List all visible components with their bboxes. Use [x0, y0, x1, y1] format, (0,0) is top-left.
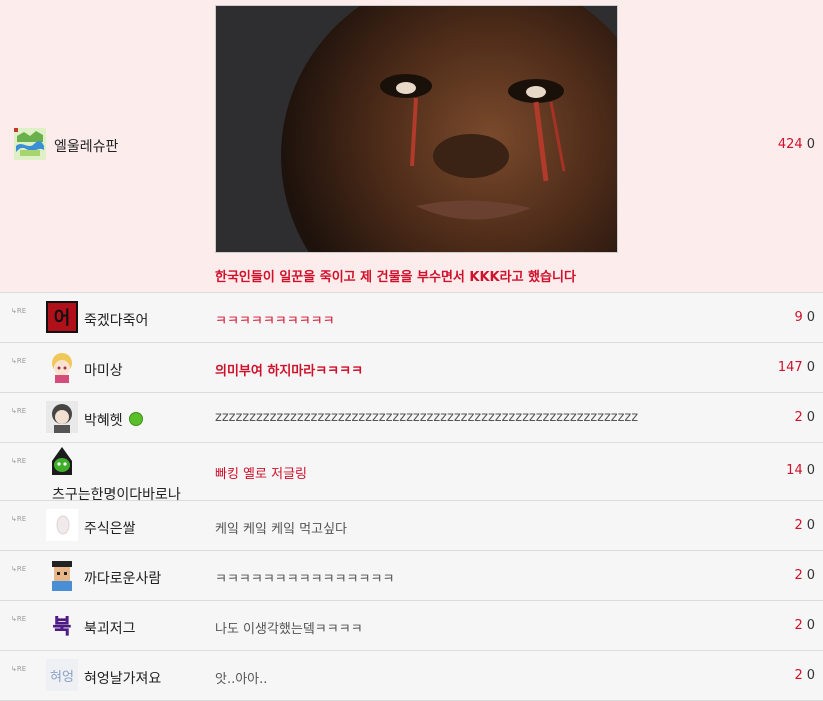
reply-arrow-icon: ↳RE	[11, 457, 27, 465]
nickname[interactable]: 까다로운사람	[84, 568, 161, 588]
comment-text: zzzzzzzzzzzzzzzzzzzzzzzzzzzzzzzzzzzzzzzz…	[215, 410, 639, 425]
comment-text: 앗..아아..	[215, 672, 268, 687]
comment-list: 엘울레슈판 한국인들이 일꾼을 죽이고 제 건물을 부수면서 KKK라고 했습니…	[0, 0, 823, 701]
post-stats: 424 0	[778, 137, 815, 152]
reply-arrow-icon: ↳RE	[11, 565, 27, 573]
comment-stats: 20	[794, 518, 815, 533]
nickname[interactable]: 혀엉날가져요	[84, 668, 161, 688]
recommend-count: 0	[806, 618, 815, 633]
comment-text: ㅋㅋㅋㅋㅋㅋㅋㅋㅋㅋ	[215, 314, 335, 329]
recommend-count: 0	[806, 668, 815, 683]
comment-text: ㅋㅋㅋㅋㅋㅋㅋㅋㅋㅋㅋㅋㅋㅋㅋ	[215, 572, 395, 587]
hit-count: 9	[794, 310, 803, 325]
avatar[interactable]	[46, 509, 78, 541]
reply-arrow-icon: ↳RE	[11, 615, 27, 623]
comment-text: 나도 이생각했는뎈ㅋㅋㅋㅋ	[215, 622, 363, 637]
nickname[interactable]: 박혜헷	[84, 410, 143, 430]
nickname[interactable]: 엘울레슈판	[54, 136, 118, 156]
comment-stats: 14 0	[786, 463, 815, 478]
post-row: 엘울레슈판 한국인들이 일꾼을 죽이고 제 건물을 부수면서 KKK라고 했습니…	[0, 0, 823, 293]
avatar[interactable]	[46, 401, 78, 433]
comment-stats: 20	[794, 568, 815, 583]
reply-arrow-icon: ↳RE	[11, 357, 27, 365]
hit-count: 2	[794, 618, 803, 633]
svg-text:혀엉: 혀엉	[50, 670, 74, 685]
comment-stats: 90	[794, 310, 815, 325]
nickname[interactable]: 북괴저그	[84, 618, 136, 638]
avatar[interactable]	[46, 559, 78, 591]
nickname[interactable]: 마미상	[84, 360, 123, 380]
comment-stats: 20	[794, 618, 815, 633]
hit-count: 424	[777, 137, 803, 152]
reply-arrow-icon: ↳RE	[11, 665, 27, 673]
avatar[interactable]	[14, 128, 46, 160]
avatar[interactable]: 북	[46, 609, 78, 641]
recommend-count: 0	[806, 568, 815, 583]
reply-arrow-icon: ↳RE	[11, 407, 27, 415]
recommend-count: 0	[806, 463, 815, 478]
recommend-count: 0	[806, 137, 815, 152]
reply-row: ↳RE 혀엉 혀엉날가져요 앗..아아.. 20	[0, 651, 823, 701]
avatar[interactable]: 어	[46, 301, 78, 333]
reply-row: ↳RE 츠구는한명이다바로나 빠킹 옐로 저글링 14 0	[0, 443, 823, 503]
recommend-count: 0	[806, 518, 815, 533]
recommend-count: 0	[806, 310, 815, 325]
reply-arrow-icon: ↳RE	[11, 307, 27, 315]
hit-count: 2	[794, 568, 803, 583]
hit-count: 2	[794, 518, 803, 533]
post-title[interactable]: 한국인들이 일꾼을 죽이고 제 건물을 부수면서 KKK라고 했습니다	[215, 266, 576, 285]
comment-stats: 20	[794, 668, 815, 683]
hit-count: 2	[794, 410, 803, 425]
comment-text: 의미부여 하지마라ㅋㅋㅋㅋ	[215, 364, 364, 379]
comment-text: 빠킹 옐로 저글링	[215, 467, 307, 482]
avatar[interactable]	[46, 351, 78, 383]
reply-arrow-icon: ↳RE	[11, 515, 27, 523]
reply-row: ↳RE 마미상 의미부여 하지마라ㅋㅋㅋㅋ 147 0	[0, 343, 823, 393]
reply-row: ↳RE 북 북괴저그 나도 이생각했는뎈ㅋㅋㅋㅋ 20	[0, 601, 823, 651]
recommend-count: 0	[806, 410, 815, 425]
avatar[interactable]	[46, 445, 78, 477]
comment-stats: 147 0	[778, 360, 815, 375]
reply-row: ↳RE 주식은쌀 케잌 케잌 케잌 먹고싶다 20	[0, 501, 823, 551]
recommend-count: 0	[806, 360, 815, 375]
svg-text:북: 북	[53, 614, 71, 638]
reply-row: ↳RE 어 죽겠다죽어 ㅋㅋㅋㅋㅋㅋㅋㅋㅋㅋ 90	[0, 293, 823, 343]
nickname-text: 박혜헷	[84, 413, 123, 429]
svg-text:어: 어	[54, 308, 71, 329]
online-status-icon	[128, 412, 143, 426]
hit-count: 2	[794, 668, 803, 683]
reply-row: ↳RE 까다로운사람 ㅋㅋㅋㅋㅋㅋㅋㅋㅋㅋㅋㅋㅋㅋㅋ 20	[0, 551, 823, 601]
comment-stats: 20	[794, 410, 815, 425]
comment-text: 케잌 케잌 케잌 먹고싶다	[215, 522, 347, 537]
nickname[interactable]: 죽겠다죽어	[84, 310, 148, 330]
reply-row: ↳RE 박혜헷 zzzzzzzzzzzzzzzzzzzzzzzzzzzzzzzz…	[0, 393, 823, 443]
hit-count: 147	[777, 360, 803, 375]
post-image[interactable]	[215, 5, 618, 253]
nickname[interactable]: 주식은쌀	[84, 518, 136, 538]
hit-count: 14	[786, 463, 803, 478]
avatar[interactable]: 혀엉	[46, 659, 78, 691]
